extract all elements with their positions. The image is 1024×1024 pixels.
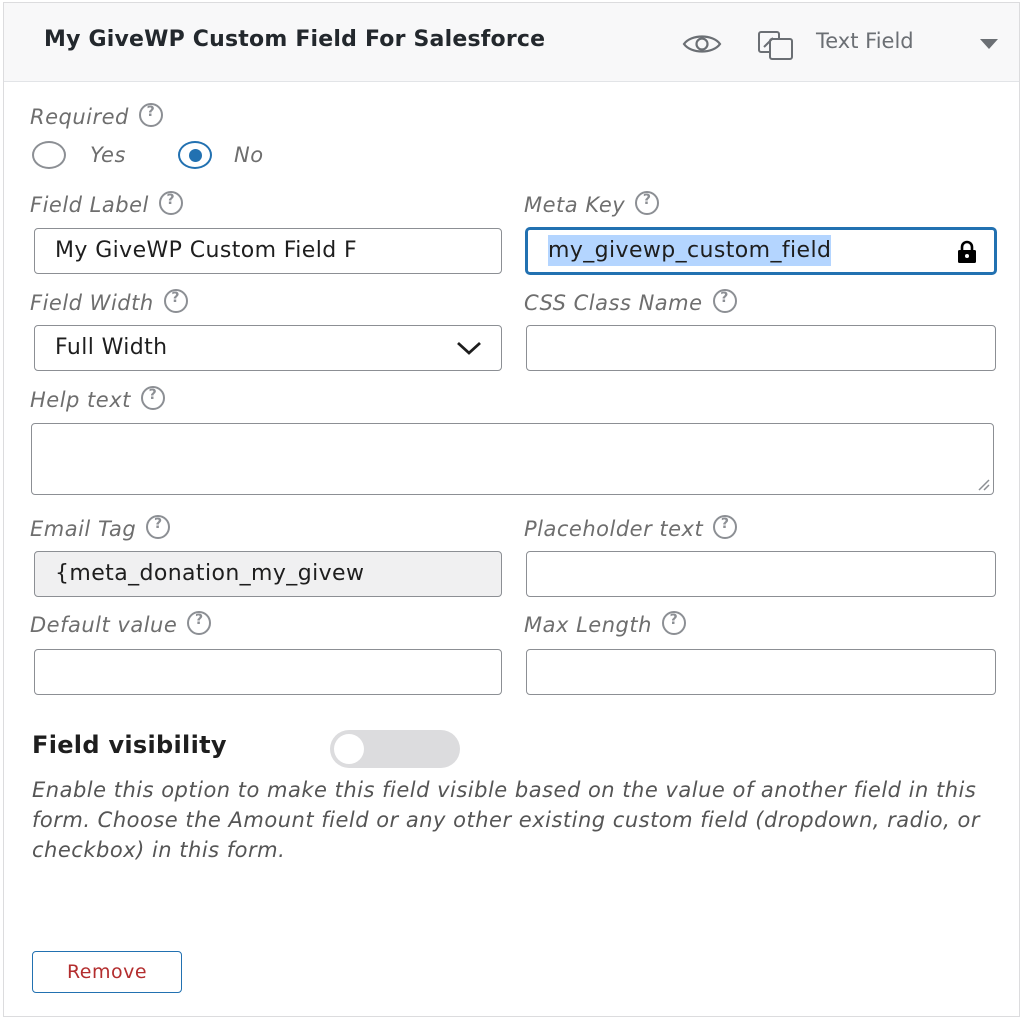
max-length-label: Max Length: [524, 611, 686, 637]
caret-down-icon[interactable]: [978, 37, 1000, 51]
required-no-label[interactable]: No: [234, 143, 264, 167]
chevron-down-icon: [457, 341, 481, 355]
help-icon[interactable]: [158, 191, 183, 215]
lock-icon: [958, 240, 976, 263]
css-class-input[interactable]: [526, 325, 996, 371]
help-icon[interactable]: [635, 191, 660, 215]
help-icon[interactable]: [163, 289, 188, 313]
field-visibility-toggle[interactable]: [330, 730, 460, 768]
placeholder-text-input[interactable]: [526, 551, 996, 597]
help-icon[interactable]: [140, 386, 165, 410]
field-label-label: Field Label: [30, 191, 183, 217]
required-yes-label[interactable]: Yes: [90, 143, 126, 167]
field-type-label: Text Field: [816, 29, 914, 53]
help-icon[interactable]: [138, 103, 163, 127]
field-width-select[interactable]: Full Width: [34, 325, 502, 371]
help-icon[interactable]: [187, 611, 212, 635]
meta-key-input[interactable]: my_givewp_custom_field: [526, 228, 996, 274]
help-icon[interactable]: [713, 515, 738, 539]
meta-key-label: Meta Key: [524, 191, 660, 217]
help-icon[interactable]: [712, 289, 737, 313]
copy-icon[interactable]: [756, 29, 796, 61]
field-width-label: Field Width: [30, 289, 188, 315]
help-text-label: Help text: [30, 386, 165, 412]
email-tag-input[interactable]: {meta_donation_my_givew: [34, 551, 502, 597]
meta-key-value: my_givewp_custom_field: [548, 235, 832, 266]
eye-icon[interactable]: [682, 31, 722, 57]
field-settings-panel: My GiveWP Custom Field For Salesforce Te…: [3, 2, 1020, 1017]
css-class-label: CSS Class Name: [524, 289, 737, 315]
help-icon[interactable]: [661, 611, 686, 635]
resize-handle-icon[interactable]: [976, 477, 990, 491]
email-tag-label: Email Tag: [30, 515, 171, 541]
remove-button[interactable]: Remove: [32, 951, 182, 993]
field-title: My GiveWP Custom Field For Salesforce: [44, 27, 546, 52]
required-label: Required: [30, 103, 163, 129]
field-label-input[interactable]: My GiveWP Custom Field F: [34, 228, 502, 274]
field-header[interactable]: My GiveWP Custom Field For Salesforce Te…: [4, 3, 1019, 82]
help-text-textarea[interactable]: [31, 423, 994, 495]
help-icon[interactable]: [146, 515, 171, 539]
toggle-knob: [334, 734, 364, 764]
default-value-label: Default value: [30, 611, 212, 637]
field-visibility-title: Field visibility: [32, 731, 227, 759]
field-visibility-description: Enable this option to make this field vi…: [32, 778, 980, 862]
required-yes-radio[interactable]: [32, 141, 66, 169]
default-value-input[interactable]: [34, 649, 502, 695]
field-width-value: Full Width: [55, 335, 168, 360]
required-no-radio[interactable]: [178, 141, 212, 169]
max-length-input[interactable]: [526, 649, 996, 695]
placeholder-text-label: Placeholder text: [524, 515, 738, 541]
